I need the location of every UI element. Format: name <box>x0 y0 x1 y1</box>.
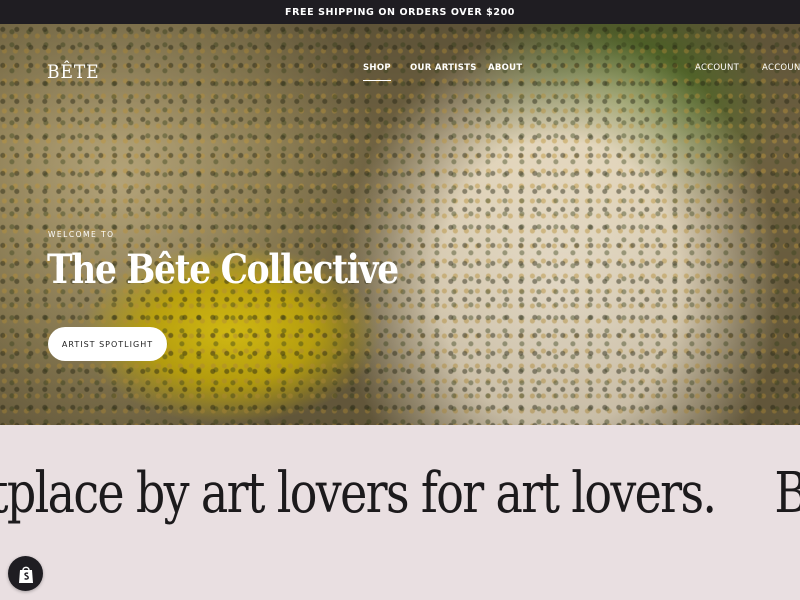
marquee-text: tplace by art lovers for art lovers. <box>0 461 717 526</box>
marquee-banner: tplace by art lovers for art lovers. Bête… <box>0 425 800 600</box>
nav-shop-link[interactable]: SHOP <box>363 63 391 81</box>
announcement-bar: FREE SHIPPING ON ORDERS OVER $200 <box>0 0 800 24</box>
nav-about-link[interactable]: ABOUT <box>488 63 522 73</box>
nav-account-link-secondary[interactable]: ACCOUNT <box>762 63 800 73</box>
hero-title: The Bête Collective <box>47 246 399 293</box>
artist-spotlight-button[interactable]: ARTIST SPOTLIGHT <box>48 327 167 361</box>
shopify-bag-icon <box>18 566 33 583</box>
marquee-text-next: Bête is <box>774 461 800 526</box>
nav-our-artists-link[interactable]: OUR ARTISTS <box>410 63 477 73</box>
hero-banner: BÊTE SHOP OUR ARTISTS ABOUT ACCOUNT ACCO… <box>0 24 800 425</box>
announcement-text: FREE SHIPPING ON ORDERS OVER $200 <box>284 6 516 18</box>
shopify-badge-button[interactable] <box>8 556 43 591</box>
hero-eyebrow: WELCOME TO <box>48 230 115 239</box>
nav-account-link[interactable]: ACCOUNT <box>695 63 739 73</box>
main-nav: SHOP OUR ARTISTS ABOUT ACCOUNT ACCOUNT <box>0 63 800 81</box>
marquee-track: tplace by art lovers for art lovers. Bête… <box>0 461 800 526</box>
